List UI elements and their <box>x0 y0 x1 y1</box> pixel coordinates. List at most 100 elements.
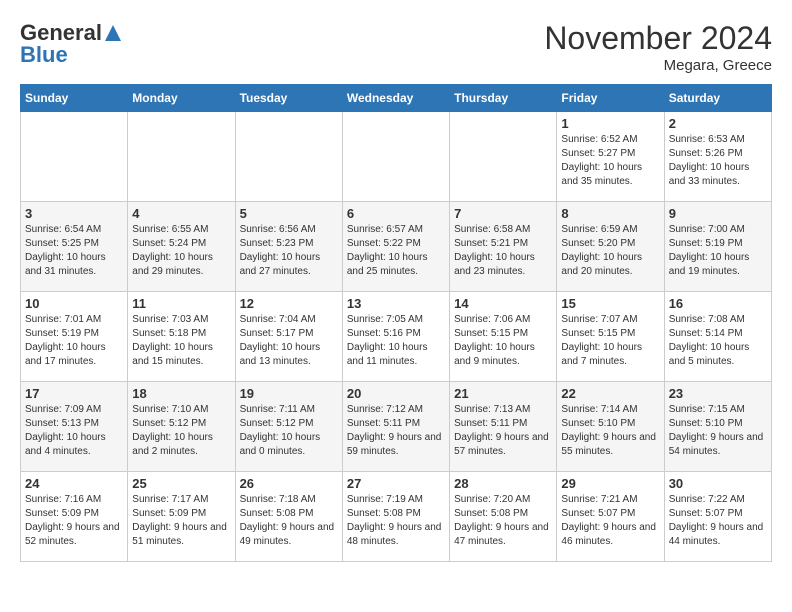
calendar-cell: 13 Sunrise: 7:05 AMSunset: 5:16 PMDayligh… <box>342 292 449 382</box>
day-info: Sunrise: 7:18 AMSunset: 5:08 PMDaylight:… <box>240 493 338 549</box>
day-info: Sunrise: 7:11 AMSunset: 5:12 PMDaylight:… <box>240 403 338 459</box>
day-number: 11 <box>132 296 230 311</box>
day-number: 10 <box>25 296 123 311</box>
day-number: 8 <box>561 206 659 221</box>
calendar: SundayMondayTuesdayWednesdayThursdayFrid… <box>20 84 772 562</box>
day-number: 22 <box>561 386 659 401</box>
title-block: November 2024 Megara, Greece <box>544 20 772 74</box>
day-info: Sunrise: 7:10 AMSunset: 5:12 PMDaylight:… <box>132 403 230 459</box>
day-number: 26 <box>240 476 338 491</box>
day-number: 20 <box>347 386 445 401</box>
calendar-cell: 8 Sunrise: 6:59 AMSunset: 5:20 PMDaylight… <box>557 202 664 292</box>
day-info: Sunrise: 7:08 AMSunset: 5:14 PMDaylight:… <box>669 313 767 369</box>
day-number: 4 <box>132 206 230 221</box>
calendar-cell <box>21 112 128 202</box>
day-number: 23 <box>669 386 767 401</box>
calendar-cell <box>342 112 449 202</box>
calendar-cell: 15 Sunrise: 7:07 AMSunset: 5:15 PMDayligh… <box>557 292 664 382</box>
calendar-cell: 11 Sunrise: 7:03 AMSunset: 5:18 PMDayligh… <box>128 292 235 382</box>
day-info: Sunrise: 7:21 AMSunset: 5:07 PMDaylight:… <box>561 493 659 549</box>
calendar-body: 1 Sunrise: 6:52 AMSunset: 5:27 PMDaylight… <box>21 112 772 562</box>
day-number: 21 <box>454 386 552 401</box>
day-number: 16 <box>669 296 767 311</box>
calendar-cell: 3Sunrise: 6:54 AMSunset: 5:25 PMDaylight… <box>21 202 128 292</box>
day-info: Sunrise: 7:04 AMSunset: 5:17 PMDaylight:… <box>240 313 338 369</box>
day-number: 7 <box>454 206 552 221</box>
day-info: Sunrise: 6:53 AMSunset: 5:26 PMDaylight:… <box>669 133 767 189</box>
logo-blue: Blue <box>20 42 68 68</box>
calendar-cell: 19 Sunrise: 7:11 AMSunset: 5:12 PMDayligh… <box>235 382 342 472</box>
calendar-cell <box>128 112 235 202</box>
week-row-5: 24Sunrise: 7:16 AMSunset: 5:09 PMDayligh… <box>21 472 772 562</box>
weekday-friday: Friday <box>557 85 664 112</box>
day-number: 18 <box>132 386 230 401</box>
weekday-tuesday: Tuesday <box>235 85 342 112</box>
day-number: 14 <box>454 296 552 311</box>
weekday-thursday: Thursday <box>450 85 557 112</box>
calendar-cell <box>235 112 342 202</box>
weekday-sunday: Sunday <box>21 85 128 112</box>
day-number: 9 <box>669 206 767 221</box>
day-number: 1 <box>561 116 659 131</box>
calendar-cell: 2Sunrise: 6:53 AMSunset: 5:26 PMDaylight… <box>664 112 771 202</box>
calendar-cell: 23 Sunrise: 7:15 AMSunset: 5:10 PMDayligh… <box>664 382 771 472</box>
day-number: 19 <box>240 386 338 401</box>
calendar-cell: 12 Sunrise: 7:04 AMSunset: 5:17 PMDayligh… <box>235 292 342 382</box>
week-row-1: 1 Sunrise: 6:52 AMSunset: 5:27 PMDaylight… <box>21 112 772 202</box>
calendar-cell <box>450 112 557 202</box>
calendar-cell: 16 Sunrise: 7:08 AMSunset: 5:14 PMDayligh… <box>664 292 771 382</box>
calendar-cell: 1 Sunrise: 6:52 AMSunset: 5:27 PMDaylight… <box>557 112 664 202</box>
calendar-cell: 25 Sunrise: 7:17 AMSunset: 5:09 PMDayligh… <box>128 472 235 562</box>
calendar-cell: 14Sunrise: 7:06 AMSunset: 5:15 PMDayligh… <box>450 292 557 382</box>
week-row-2: 3Sunrise: 6:54 AMSunset: 5:25 PMDaylight… <box>21 202 772 292</box>
calendar-cell: 7Sunrise: 6:58 AMSunset: 5:21 PMDaylight… <box>450 202 557 292</box>
calendar-cell: 4 Sunrise: 6:55 AMSunset: 5:24 PMDaylight… <box>128 202 235 292</box>
day-info: Sunrise: 7:07 AMSunset: 5:15 PMDaylight:… <box>561 313 659 369</box>
calendar-cell: 5Sunrise: 6:56 AMSunset: 5:23 PMDaylight… <box>235 202 342 292</box>
weekday-header-row: SundayMondayTuesdayWednesdayThursdayFrid… <box>21 85 772 112</box>
calendar-cell: 22Sunrise: 7:14 AMSunset: 5:10 PMDayligh… <box>557 382 664 472</box>
calendar-cell: 17Sunrise: 7:09 AMSunset: 5:13 PMDayligh… <box>21 382 128 472</box>
day-number: 12 <box>240 296 338 311</box>
day-number: 15 <box>561 296 659 311</box>
calendar-cell: 29 Sunrise: 7:21 AMSunset: 5:07 PMDayligh… <box>557 472 664 562</box>
day-info: Sunrise: 6:52 AMSunset: 5:27 PMDaylight:… <box>561 133 659 189</box>
day-number: 24 <box>25 476 123 491</box>
day-number: 17 <box>25 386 123 401</box>
day-number: 29 <box>561 476 659 491</box>
calendar-cell: 30Sunrise: 7:22 AMSunset: 5:07 PMDayligh… <box>664 472 771 562</box>
weekday-saturday: Saturday <box>664 85 771 112</box>
day-number: 28 <box>454 476 552 491</box>
day-info: Sunrise: 6:57 AMSunset: 5:22 PMDaylight:… <box>347 223 445 279</box>
day-info: Sunrise: 7:15 AMSunset: 5:10 PMDaylight:… <box>669 403 767 459</box>
logo-icon <box>104 24 122 42</box>
day-number: 6 <box>347 206 445 221</box>
day-info: Sunrise: 7:01 AMSunset: 5:19 PMDaylight:… <box>25 313 123 369</box>
day-info: Sunrise: 7:00 AMSunset: 5:19 PMDaylight:… <box>669 223 767 279</box>
day-number: 3 <box>25 206 123 221</box>
calendar-cell: 20Sunrise: 7:12 AMSunset: 5:11 PMDayligh… <box>342 382 449 472</box>
calendar-cell: 26 Sunrise: 7:18 AMSunset: 5:08 PMDayligh… <box>235 472 342 562</box>
day-info: Sunrise: 7:05 AMSunset: 5:16 PMDaylight:… <box>347 313 445 369</box>
day-number: 25 <box>132 476 230 491</box>
calendar-cell: 27Sunrise: 7:19 AMSunset: 5:08 PMDayligh… <box>342 472 449 562</box>
day-info: Sunrise: 7:03 AMSunset: 5:18 PMDaylight:… <box>132 313 230 369</box>
day-info: Sunrise: 6:59 AMSunset: 5:20 PMDaylight:… <box>561 223 659 279</box>
week-row-4: 17Sunrise: 7:09 AMSunset: 5:13 PMDayligh… <box>21 382 772 472</box>
day-info: Sunrise: 7:13 AMSunset: 5:11 PMDaylight:… <box>454 403 552 459</box>
calendar-cell: 18 Sunrise: 7:10 AMSunset: 5:12 PMDayligh… <box>128 382 235 472</box>
day-info: Sunrise: 6:56 AMSunset: 5:23 PMDaylight:… <box>240 223 338 279</box>
day-info: Sunrise: 6:55 AMSunset: 5:24 PMDaylight:… <box>132 223 230 279</box>
calendar-cell: 24Sunrise: 7:16 AMSunset: 5:09 PMDayligh… <box>21 472 128 562</box>
day-info: Sunrise: 7:20 AMSunset: 5:08 PMDaylight:… <box>454 493 552 549</box>
month-title: November 2024 <box>544 20 772 57</box>
calendar-cell: 9 Sunrise: 7:00 AMSunset: 5:19 PMDaylight… <box>664 202 771 292</box>
day-info: Sunrise: 7:17 AMSunset: 5:09 PMDaylight:… <box>132 493 230 549</box>
day-info: Sunrise: 7:19 AMSunset: 5:08 PMDaylight:… <box>347 493 445 549</box>
logo: General Blue <box>20 20 122 68</box>
weekday-monday: Monday <box>128 85 235 112</box>
day-number: 13 <box>347 296 445 311</box>
calendar-cell: 6 Sunrise: 6:57 AMSunset: 5:22 PMDaylight… <box>342 202 449 292</box>
page-header: General Blue November 2024 Megara, Greec… <box>20 20 772 74</box>
weekday-wednesday: Wednesday <box>342 85 449 112</box>
